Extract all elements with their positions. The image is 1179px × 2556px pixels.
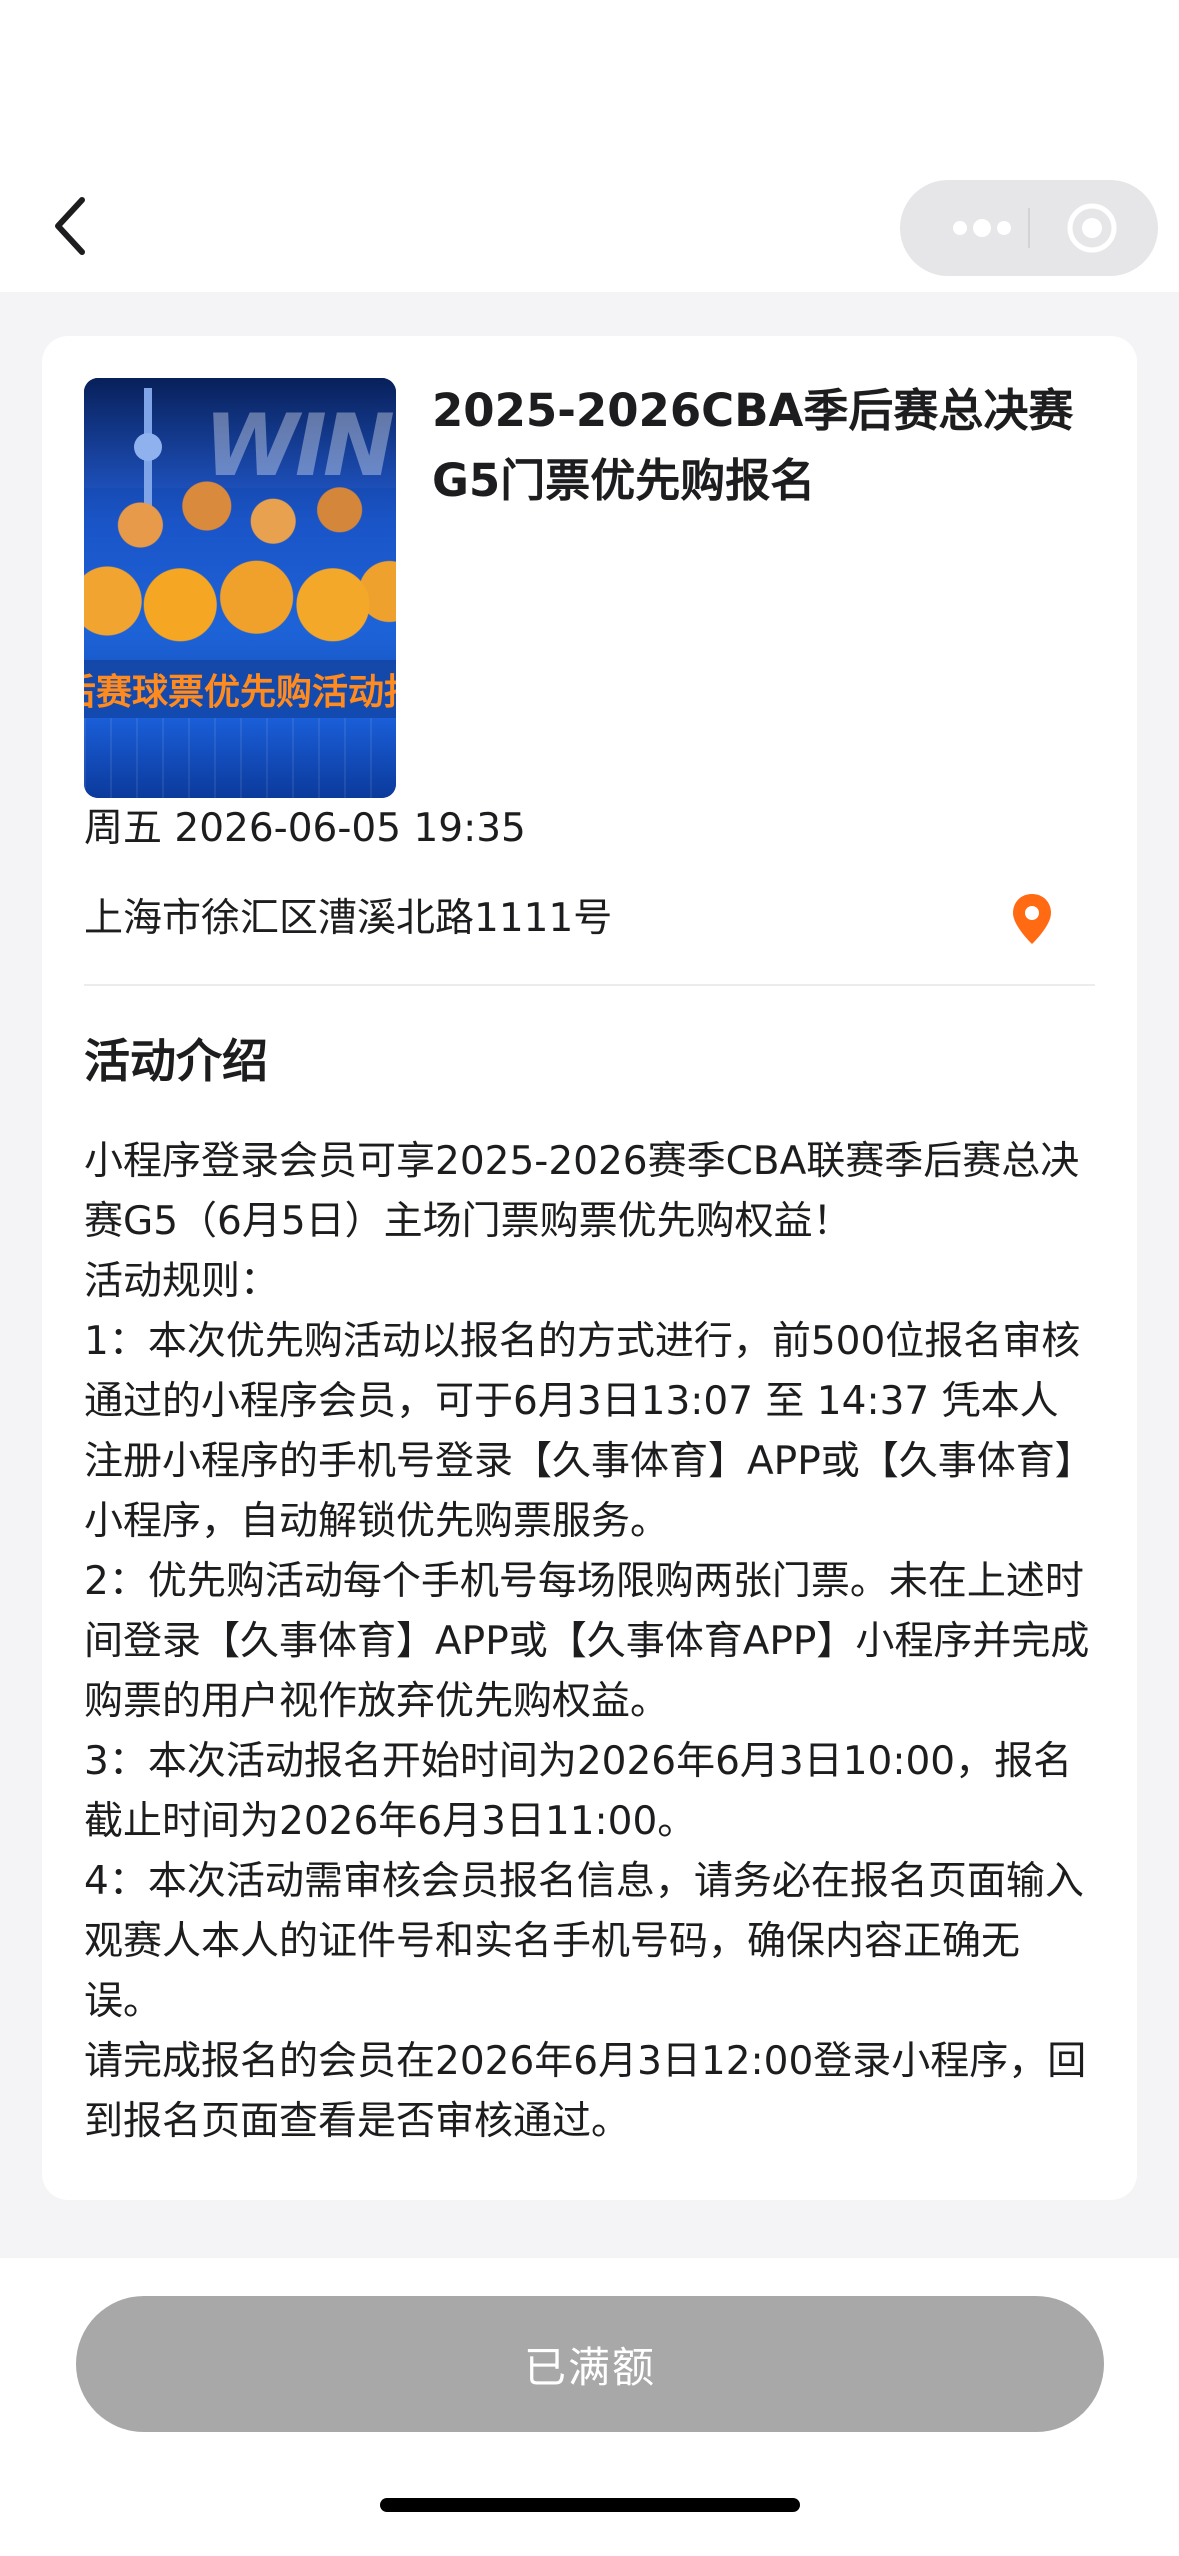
poster-floor [84,718,396,798]
more-dots-icon [953,219,1011,237]
activity-description: 小程序登录会员可享2025-2026赛季CBA联赛季后赛总决赛G5（6月5日）主… [84,1132,1096,2152]
navigation-bar [0,0,1179,292]
home-indicator[interactable] [380,2498,800,2512]
description-paragraph: 4：本次活动需审核会员报名信息，请务必在报名页面输入观赛人本人的证件号和实名手机… [84,1859,1084,2024]
chevron-left-icon [55,197,85,255]
event-title: 2025-2026CBA季后赛总决赛G5门票优先购报名 [432,384,1074,507]
event-detail-card: WIN 后赛球票优先购活动报 2025-2026CBA季后赛总决赛G5门票优先购… [42,336,1137,2200]
description-paragraph: 1：本次优先购活动以报名的方式进行，前500位报名审核通过的小程序会员，可于6月… [84,1319,1094,1544]
capsule-divider [1028,208,1030,248]
mini-program-capsule [900,180,1158,276]
description-paragraph: 小程序登录会员可享2025-2026赛季CBA联赛季后赛总决赛G5（6月5日）主… [84,1139,1080,1244]
event-datetime: 周五 2026-06-05 19:35 [84,806,526,851]
description-paragraph: 活动规则： [84,1259,280,1304]
event-address[interactable]: 上海市徐汇区漕溪北路1111号 [84,888,612,950]
poster-banner-text: 后赛球票优先购活动报 [84,660,396,718]
location-pin-icon[interactable] [1010,892,1054,946]
close-mini-program-button[interactable] [1060,202,1124,254]
bottom-action-bar: 已满额 [0,2258,1179,2556]
poster-players [84,468,396,658]
section-title-intro: 活动介绍 [84,1034,268,1088]
description-paragraph: 3：本次活动报名开始时间为2026年6月3日10:00，报名截止时间为2026年… [84,1739,1073,1844]
description-paragraph: 请完成报名的会员在2026年6月3日12:00登录小程序，回到报名页面查看是否审… [84,2039,1087,2144]
quota-full-button[interactable]: 已满额 [76,2296,1104,2432]
target-close-icon [1067,203,1117,253]
back-button[interactable] [40,190,100,262]
more-button[interactable] [934,202,1030,254]
divider [84,984,1095,986]
poster-tower-sphere [134,433,162,461]
event-poster-image: WIN 后赛球票优先购活动报 [84,378,396,798]
description-paragraph: 2：优先购活动每个手机号每场限购两张门票。未在上述时间登录【久事体育】APP或【… [84,1559,1090,1724]
